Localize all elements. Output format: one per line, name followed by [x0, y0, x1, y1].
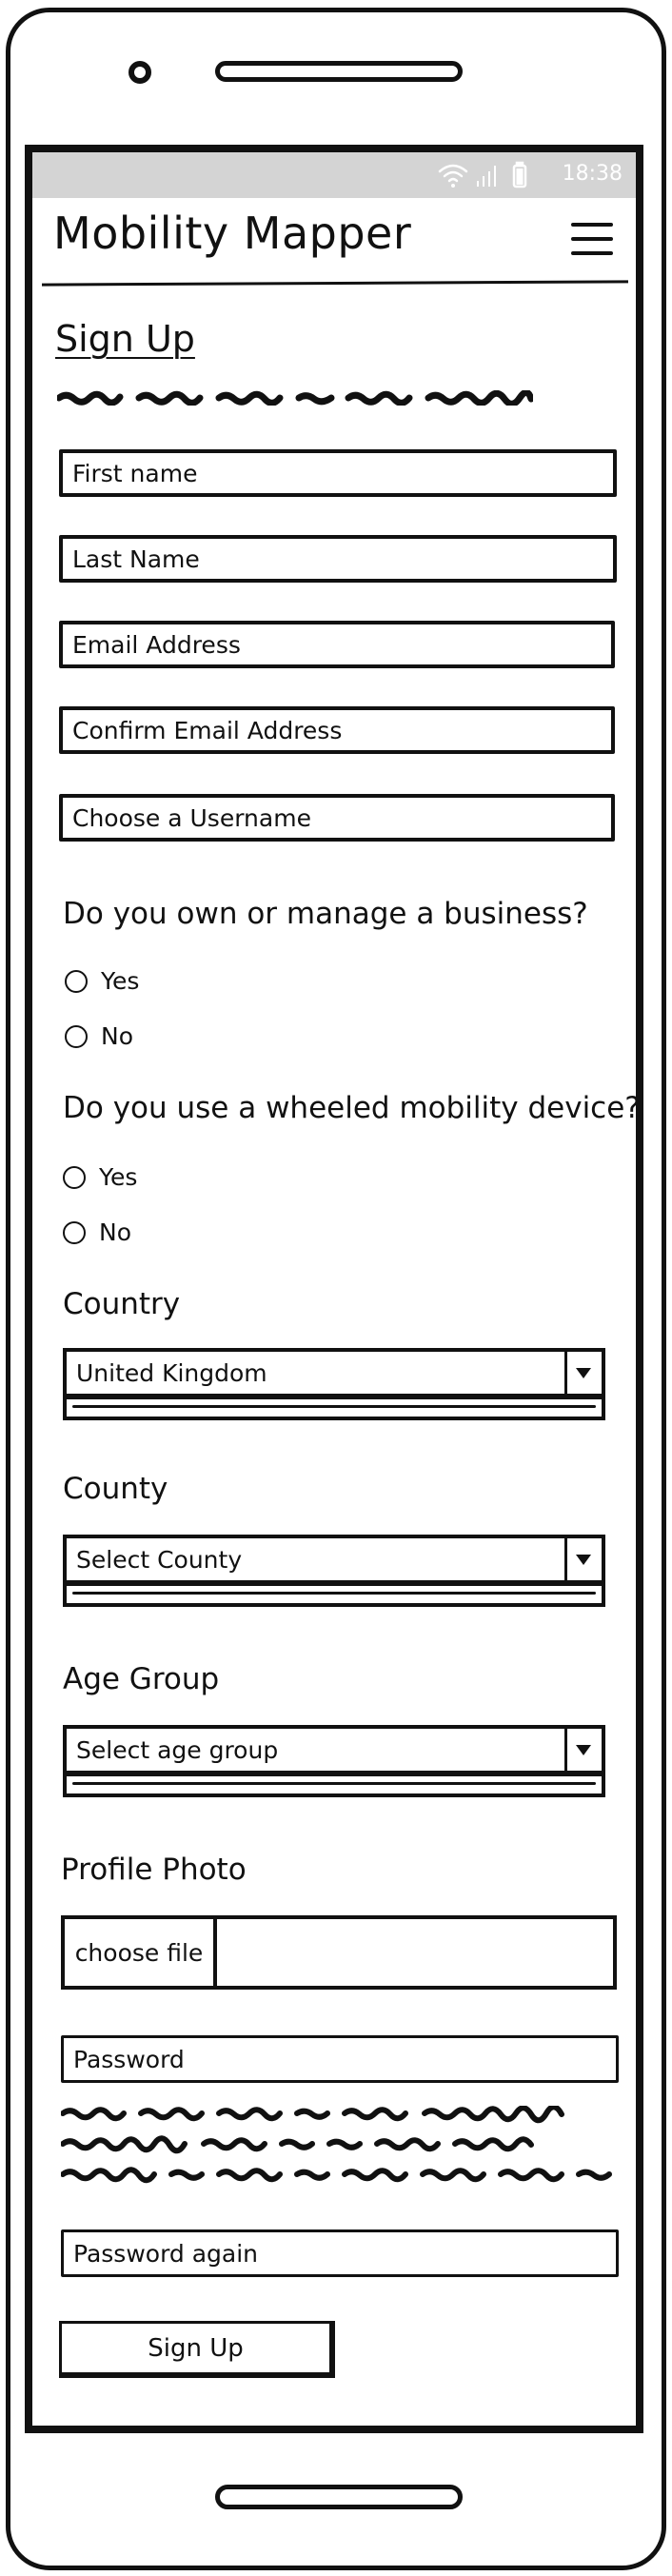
last-name-field[interactable]: Last Name: [59, 535, 617, 583]
first-name-field[interactable]: First name: [59, 449, 617, 497]
country-label: Country: [63, 1287, 181, 1321]
choose-file-button[interactable]: choose file: [65, 1919, 217, 1986]
confirm-email-field[interactable]: Confirm Email Address: [59, 706, 615, 754]
age-group-dropdown-list: [63, 1776, 605, 1797]
age-group-value: Select age group: [76, 1736, 279, 1764]
signal-icon: [477, 166, 496, 187]
earpiece: [215, 61, 463, 82]
password-hint-scribble: [61, 2106, 623, 2184]
county-select[interactable]: Select County: [63, 1535, 605, 1586]
county-label: County: [63, 1472, 168, 1506]
business-yes-radio[interactable]: Yes: [65, 967, 139, 995]
mobility-yes-radio[interactable]: Yes: [63, 1163, 137, 1191]
radio-circle-icon[interactable]: [63, 1165, 86, 1189]
status-time: 18:38: [562, 162, 623, 186]
home-button[interactable]: [215, 2485, 463, 2509]
chevron-down-icon[interactable]: [564, 1538, 602, 1580]
chevron-down-icon[interactable]: [564, 1729, 602, 1771]
hamburger-menu-icon[interactable]: [571, 221, 615, 259]
wifi-icon: [438, 164, 468, 188]
password-again-field[interactable]: Password again: [61, 2229, 619, 2277]
password-field[interactable]: Password: [61, 2035, 619, 2083]
country-value: United Kingdom: [76, 1359, 267, 1387]
camera-icon: [128, 61, 151, 84]
profile-photo-input[interactable]: choose file: [61, 1915, 617, 1990]
sign-up-button[interactable]: Sign Up: [59, 2321, 335, 2378]
radio-circle-icon[interactable]: [65, 1024, 88, 1048]
intro-text-scribble: [57, 390, 533, 406]
country-select[interactable]: United Kingdom: [63, 1348, 605, 1399]
mobility-question: Do you use a wheeled mobility device?: [63, 1091, 641, 1125]
email-field[interactable]: Email Address: [59, 621, 615, 668]
battery-icon: [512, 161, 527, 188]
page-title: Sign Up: [55, 318, 195, 360]
business-question: Do you own or manage a business?: [63, 897, 588, 931]
app-title: Mobility Mapper: [53, 208, 412, 259]
username-field[interactable]: Choose a Username: [59, 794, 615, 842]
mobility-no-radio[interactable]: No: [63, 1219, 131, 1246]
status-bar: 18:38: [32, 152, 636, 198]
business-no-radio[interactable]: No: [65, 1022, 133, 1050]
country-dropdown-list: [63, 1399, 605, 1420]
county-dropdown-list: [63, 1586, 605, 1607]
age-group-select[interactable]: Select age group: [63, 1725, 605, 1776]
radio-circle-icon[interactable]: [63, 1220, 86, 1244]
county-value: Select County: [76, 1546, 243, 1574]
radio-circle-icon[interactable]: [65, 969, 88, 993]
status-icons: [438, 161, 527, 188]
chevron-down-icon[interactable]: [564, 1352, 602, 1394]
profile-photo-label: Profile Photo: [61, 1853, 247, 1887]
age-group-label: Age Group: [63, 1662, 220, 1696]
